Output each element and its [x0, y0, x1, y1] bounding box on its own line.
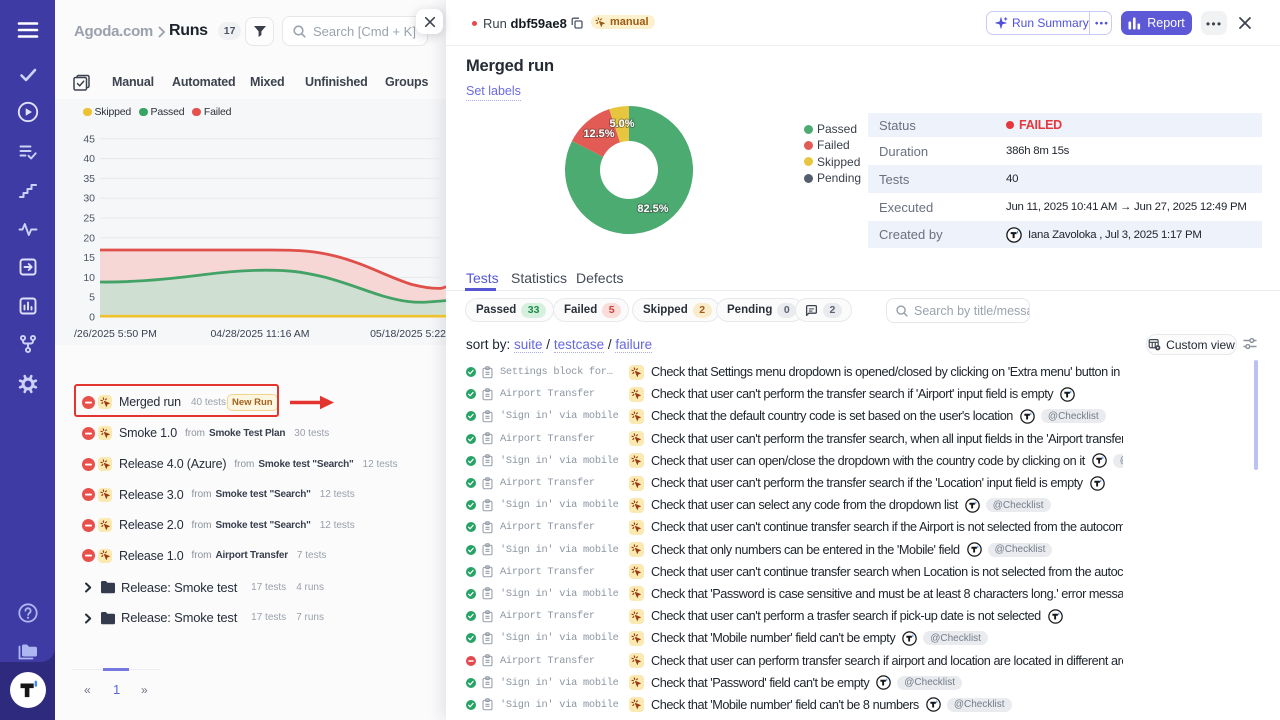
- svg-text:5: 5: [89, 292, 95, 304]
- svg-text:45: 45: [83, 133, 95, 145]
- svg-text:35: 35: [83, 173, 95, 185]
- svg-text:5.0%: 5.0%: [609, 118, 634, 130]
- svg-text:20: 20: [83, 232, 95, 244]
- svg-text:0: 0: [89, 312, 95, 324]
- svg-text:/26/2025 5:50 PM: /26/2025 5:50 PM: [74, 328, 157, 340]
- svg-text:05/18/2025 5:22: 05/18/2025 5:22: [370, 328, 446, 340]
- svg-text:15: 15: [83, 252, 95, 264]
- svg-text:25: 25: [83, 213, 95, 225]
- svg-text:10: 10: [83, 272, 95, 284]
- svg-text:82.5%: 82.5%: [637, 203, 668, 215]
- svg-text:40: 40: [83, 153, 95, 165]
- svg-text:04/28/2025 11:16 AM: 04/28/2025 11:16 AM: [210, 328, 309, 340]
- svg-text:30: 30: [83, 193, 95, 205]
